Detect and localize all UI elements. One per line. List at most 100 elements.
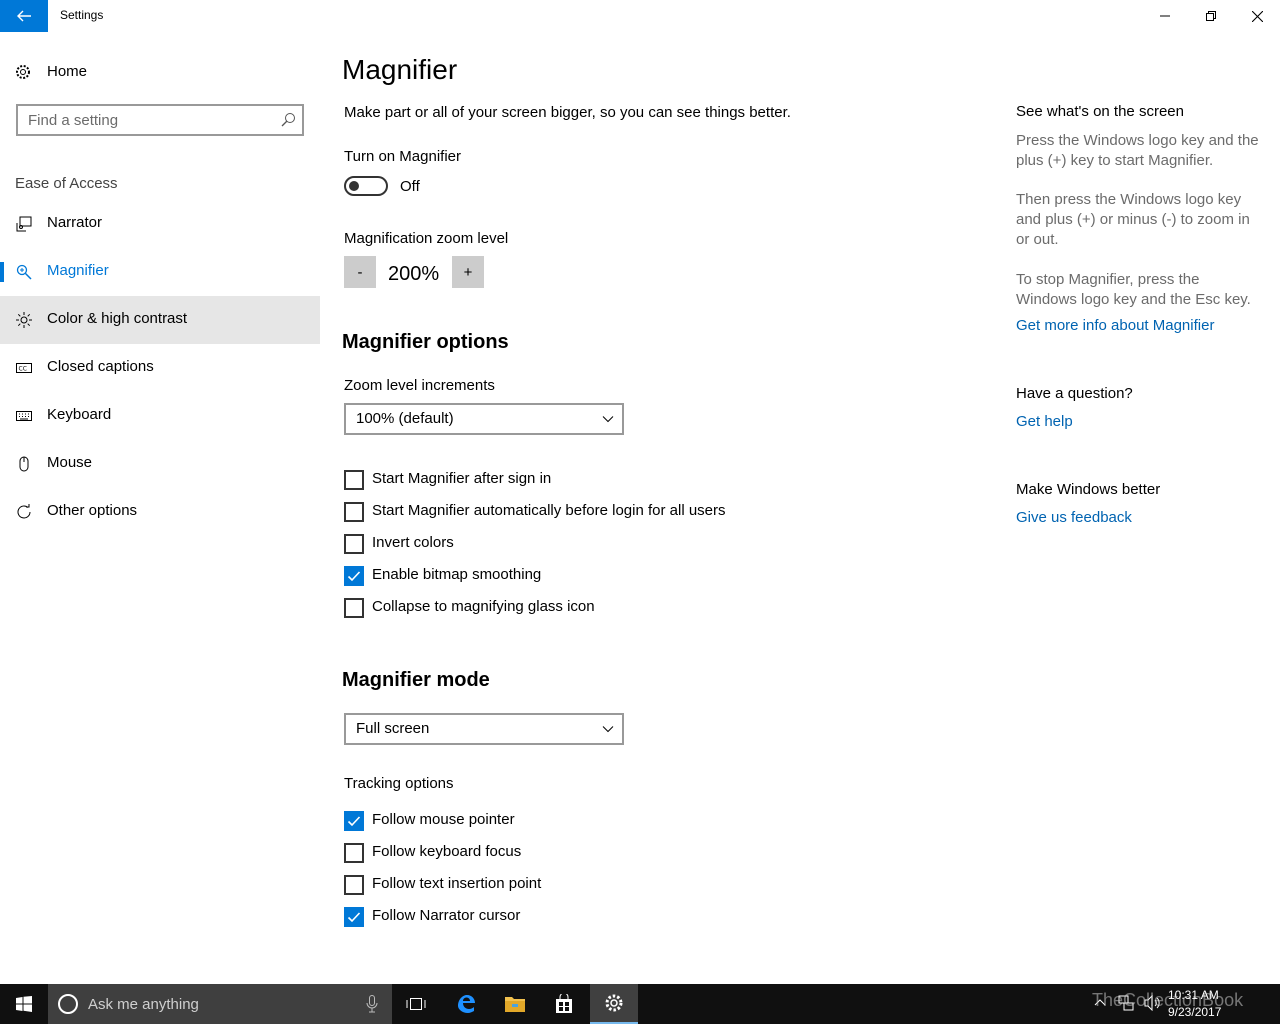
chevron-down-icon [602, 416, 614, 423]
sidebar-item-narrator[interactable]: Narrator [0, 200, 320, 248]
checkbox[interactable] [344, 534, 364, 554]
checkbox-label: Collapse to magnifying glass icon [372, 598, 595, 615]
gear-icon [16, 65, 30, 79]
main-content: Magnifier Make part or all of your scree… [342, 32, 982, 984]
keyboard-icon [16, 411, 32, 421]
windows-logo-icon [16, 996, 32, 1012]
brightness-icon [16, 312, 32, 328]
checkbox-label: Follow Narrator cursor [372, 907, 521, 924]
sidebar-item-home[interactable]: Home [0, 56, 320, 88]
sidebar: Home Ease of Access Narrator Magnifier C… [0, 32, 320, 984]
zoom-out-button[interactable]: - [344, 256, 376, 288]
checkbox-label: Follow mouse pointer [372, 811, 515, 828]
toggle-knob [349, 181, 359, 191]
file-explorer-button[interactable] [491, 984, 539, 1024]
magnifier-info-link[interactable]: Get more info about Magnifier [1016, 317, 1214, 334]
mouse-icon [19, 456, 29, 472]
search-input[interactable] [28, 111, 268, 129]
sidebar-item-mouse[interactable]: Mouse [0, 440, 320, 488]
zoom-level-label: Magnification zoom level [344, 230, 509, 247]
svg-text:CC: CC [19, 366, 27, 373]
get-help-link[interactable]: Get help [1016, 413, 1073, 430]
search-icon[interactable] [280, 112, 296, 128]
store-icon [556, 994, 572, 1013]
checkbox-checked[interactable] [344, 907, 364, 927]
question-heading: Have a question? [1016, 385, 1133, 402]
clock-date[interactable]: 9/23/2017 [1168, 1005, 1221, 1019]
magnifier-options-heading: Magnifier options [342, 331, 509, 353]
sidebar-item-label: Closed captions [47, 358, 154, 375]
search-box[interactable] [16, 104, 304, 136]
checkbox-label: Invert colors [372, 534, 454, 551]
checkmark-icon [347, 816, 361, 827]
related-paragraph: Press the Windows logo key and the plus … [1016, 132, 1259, 169]
chevron-down-icon [602, 726, 614, 733]
checkbox-checked[interactable] [344, 566, 364, 586]
close-icon [1251, 10, 1263, 22]
store-button[interactable] [540, 984, 588, 1024]
sidebar-item-closed-captions[interactable]: CC Closed captions [0, 344, 320, 392]
sidebar-item-label: Keyboard [47, 406, 112, 423]
checkbox[interactable] [344, 470, 364, 490]
taskbar: TheCollectionBook 10:31 AM 9/23/2017 [0, 984, 1280, 1024]
sidebar-item-magnifier[interactable]: Magnifier [0, 248, 320, 296]
sidebar-item-label: Narrator [47, 214, 103, 231]
magnifier-icon [16, 264, 32, 280]
sidebar-item-label: Color & high contrast [47, 310, 188, 327]
sidebar-section-title: Ease of Access [15, 175, 118, 192]
checkbox-label: Start Magnifier automatically before log… [372, 502, 726, 519]
checkbox-label: Follow text insertion point [372, 875, 542, 892]
magnifier-mode-heading: Magnifier mode [342, 669, 490, 691]
clock-time[interactable]: 10:31 AM [1168, 988, 1219, 1002]
checkbox[interactable] [344, 843, 364, 863]
feedback-heading: Make Windows better [1016, 481, 1161, 498]
minimize-button[interactable] [1142, 0, 1188, 32]
checkbox-checked[interactable] [344, 811, 364, 831]
restore-button[interactable] [1188, 0, 1234, 32]
related-heading: See what's on the screen [1016, 103, 1184, 120]
task-view-button[interactable] [392, 984, 440, 1024]
checkmark-icon [347, 571, 361, 582]
restore-icon [1206, 11, 1216, 21]
checkbox-label: Follow keyboard focus [372, 843, 522, 860]
sidebar-item-keyboard[interactable]: Keyboard [0, 392, 320, 440]
sidebar-item-label: Mouse [47, 454, 93, 471]
settings-taskbar-button[interactable] [590, 984, 638, 1024]
sidebar-item-other-options[interactable]: Other options [0, 488, 320, 536]
related-paragraph: To stop Magnifier, press the Windows log… [1016, 271, 1251, 308]
zoom-level-value: 200% [388, 263, 440, 285]
title-bar: Settings [0, 0, 1280, 32]
sidebar-home-label: Home [47, 63, 88, 80]
cortana-search-input[interactable] [88, 995, 348, 1013]
checkbox-label: Enable bitmap smoothing [372, 566, 542, 583]
magnifier-mode-dropdown[interactable]: Full screen [344, 713, 624, 745]
checkbox[interactable] [344, 598, 364, 618]
microphone-icon[interactable] [366, 995, 378, 1013]
edge-button[interactable] [442, 984, 490, 1024]
cortana-icon [58, 994, 78, 1014]
window-title: Settings [60, 8, 104, 22]
feedback-link[interactable]: Give us feedback [1016, 509, 1132, 526]
zoom-in-button[interactable]: + [452, 256, 484, 288]
checkbox-label: Start Magnifier after sign in [372, 470, 552, 487]
back-button[interactable] [0, 0, 48, 32]
task-view-icon [406, 998, 426, 1010]
page-description: Make part or all of your screen bigger, … [344, 104, 791, 121]
start-button[interactable] [0, 984, 48, 1024]
magnifier-toggle[interactable] [344, 176, 388, 196]
checkbox[interactable] [344, 875, 364, 895]
cortana-search[interactable] [48, 984, 392, 1024]
other-options-icon [17, 504, 31, 519]
zoom-increments-dropdown[interactable]: 100% (default) [344, 403, 624, 435]
edge-icon [458, 995, 475, 1013]
checkbox[interactable] [344, 502, 364, 522]
zoom-increments-label: Zoom level increments [344, 377, 495, 394]
gear-icon [605, 994, 623, 1012]
close-button[interactable] [1234, 0, 1280, 32]
tracking-options-label: Tracking options [344, 775, 454, 792]
dropdown-value: Full screen [356, 720, 430, 737]
sidebar-item-color-high-contrast[interactable]: Color & high contrast [0, 296, 320, 344]
related-paragraph: Then press the Windows logo key and plus… [1016, 191, 1250, 248]
dropdown-value: 100% (default) [356, 410, 454, 427]
toggle-state-label: Off [400, 178, 420, 195]
